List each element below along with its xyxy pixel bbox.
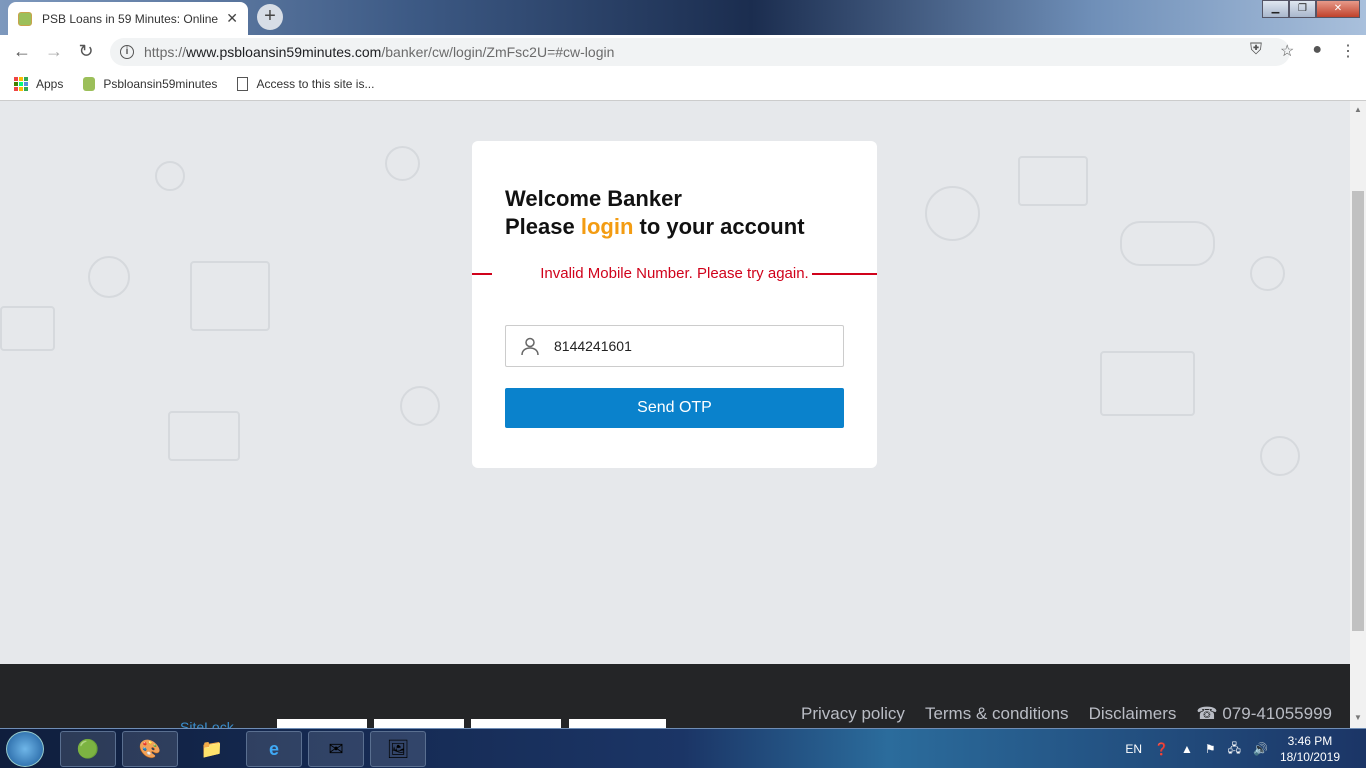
send-otp-button[interactable]: Send OTP [505,388,844,428]
taskbar-chrome[interactable]: 🟢 [60,731,116,767]
taskbar-photos[interactable]: 🖼 [370,731,426,767]
back-icon[interactable]: ← [6,41,38,62]
internet-explorer-icon: e [268,739,279,759]
forward-icon[interactable]: → [38,41,70,62]
reload-icon[interactable]: ↻ [70,41,102,62]
action-center-icon[interactable]: ⚑ [1205,742,1216,756]
address-bar[interactable]: i https://www.psbloansin59minutes.com/ba… [110,38,1290,66]
phone-icon: ☎ [1196,704,1218,723]
login-heading: Welcome Banker Please login to your acco… [505,186,805,239]
close-window-button[interactable]: ✕ [1316,0,1360,18]
site-favicon [83,77,96,91]
background-decoration [385,146,420,181]
background-decoration [1018,156,1088,206]
background-decoration [155,161,185,191]
volume-icon[interactable]: 🔊 [1253,742,1268,756]
paint-icon: 🎨 [138,739,162,759]
language-indicator[interactable]: EN [1125,742,1142,756]
taskbar-outlook[interactable]: ✉ [308,731,364,767]
bookmark-apps[interactable]: Apps [14,77,63,91]
network-icon[interactable]: 🖧 [1228,739,1241,760]
login-card: Welcome Banker Please login to your acco… [472,141,877,468]
scrollbar-thumb[interactable] [1352,191,1364,631]
info-icon[interactable]: i [120,45,134,59]
footer-badge [471,719,561,728]
blocked-popup-icon[interactable]: ⛨ [1250,41,1262,61]
footer-badge [374,719,464,728]
show-hidden-icons[interactable]: ▲ [1181,742,1193,756]
bookmark-star-icon[interactable]: ☆ [1280,41,1294,61]
footer-phone: ☎ 079-41055999 [1196,704,1332,723]
menu-icon[interactable]: ⋮ [1340,41,1356,61]
taskbar-explorer[interactable]: 📁 [184,731,240,767]
background-decoration [1260,436,1300,476]
folder-icon: 📁 [200,739,224,759]
clock[interactable]: 3:46 PM 18/10/2019 [1280,733,1340,765]
background-decoration [400,386,440,426]
tab-title: PSB Loans in 59 Minutes: Online [42,11,219,26]
user-icon [521,337,539,356]
divider [812,273,877,275]
apps-grid-icon [14,77,28,91]
page-scrollbar[interactable]: ▲ ▼ [1350,101,1366,728]
footer-badge [277,719,367,728]
background-decoration [88,256,130,298]
tab-strip: PSB Loans in 59 Minutes: Online ✕ + ▁ ❐ … [0,0,1366,35]
scroll-down-icon[interactable]: ▼ [1354,713,1362,722]
help-icon[interactable]: ❓ [1154,742,1169,756]
disclaimers-link[interactable]: Disclaimers [1089,704,1177,724]
maximize-button[interactable]: ❐ [1289,0,1316,18]
page-icon [237,77,249,91]
scroll-up-icon[interactable]: ▲ [1354,105,1362,114]
profile-icon[interactable]: ● [1312,41,1322,61]
background-decoration [1120,221,1215,266]
close-tab-icon[interactable]: ✕ [226,10,238,27]
bookmark-psbloans[interactable]: Psbloansin59minutes [83,77,217,91]
page-content: Welcome Banker Please login to your acco… [0,101,1350,664]
background-decoration [168,411,240,461]
chrome-icon: 🟢 [76,739,100,759]
taskbar-ie[interactable]: e [246,731,302,767]
browser-toolbar: ← → ↻ i https://www.psbloansin59minutes.… [0,35,1366,68]
footer-badge [569,719,666,728]
bookmarks-bar: Apps Psbloansin59minutes Access to this … [0,68,1366,101]
background-decoration [925,186,980,241]
mobile-number-input[interactable]: 8144241601 [505,325,844,367]
photo-viewer-icon: 🖼 [386,739,410,759]
browser-tab[interactable]: PSB Loans in 59 Minutes: Online ✕ [8,2,248,35]
background-decoration [190,261,270,331]
background-decoration [0,306,55,351]
minimize-button[interactable]: ▁ [1262,0,1289,18]
outlook-icon: ✉ [328,739,344,759]
privacy-policy-link[interactable]: Privacy policy [801,704,905,724]
site-footer: SiteLock Privacy policy Terms & conditio… [0,664,1350,735]
terms-link[interactable]: Terms & conditions [925,704,1069,724]
bookmark-access[interactable]: Access to this site is... [237,77,374,91]
start-button[interactable] [6,731,44,767]
new-tab-button[interactable]: + [257,4,283,30]
windows-taskbar: 🟢 🎨 📁 e ✉ 🖼 EN ❓ ▲ ⚑ 🖧 🔊 3:46 PM 18/10/20… [0,728,1366,768]
site-favicon [18,11,32,26]
background-decoration [1250,256,1285,291]
taskbar-paint[interactable]: 🎨 [122,731,178,767]
background-decoration [1100,351,1195,416]
